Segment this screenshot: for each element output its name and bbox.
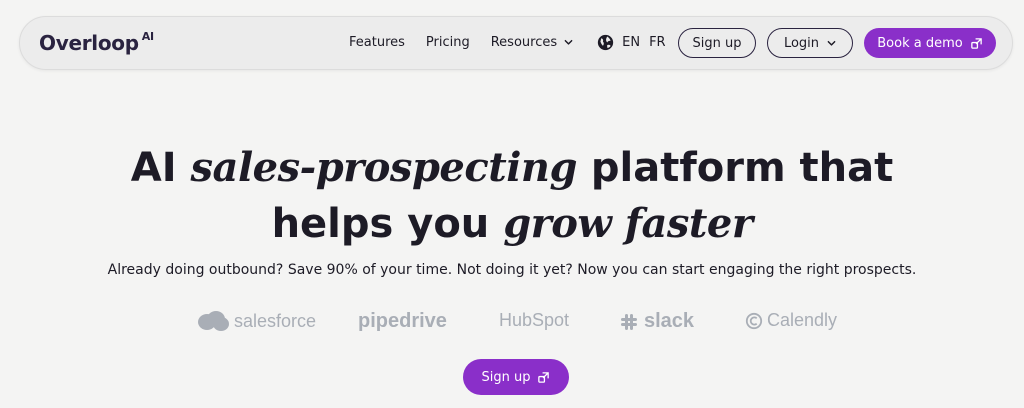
- lang-en[interactable]: EN: [622, 35, 640, 50]
- external-link-icon: [970, 37, 982, 49]
- salesforce-cloud-icon: [198, 311, 229, 331]
- nav-pricing[interactable]: Pricing: [426, 35, 470, 50]
- chevron-down-icon: [827, 40, 836, 46]
- login-label: Login: [783, 35, 820, 51]
- book-demo-button[interactable]: Book a demo: [864, 28, 996, 58]
- hero-line1-a: AI: [130, 145, 191, 191]
- nav-links: Features Pricing Resources EN FR: [349, 34, 675, 51]
- integration-logos: salesforce pipedrive HubSpot slack Calen…: [0, 305, 1024, 339]
- calendly-logo: Calendly: [745, 310, 837, 331]
- calendly-text: Calendly: [767, 310, 838, 330]
- language-switcher: EN FR: [597, 34, 674, 51]
- slack-text: slack: [644, 310, 695, 332]
- chevron-down-icon: [564, 39, 573, 45]
- nav-resources[interactable]: Resources: [491, 35, 573, 50]
- hubspot-logo: HubSpot: [499, 310, 569, 331]
- navbar: Overloop AI Features Pricing Resources EN…: [19, 16, 1013, 70]
- hero-signup-label: Sign up: [481, 369, 531, 385]
- lang-fr[interactable]: FR: [649, 35, 666, 50]
- page: Overloop AI Features Pricing Resources EN…: [0, 0, 1024, 408]
- nav-signup-button[interactable]: Sign up: [678, 28, 756, 58]
- logo-text: Overloop: [39, 31, 139, 55]
- globe-icon: [597, 34, 614, 51]
- hero-title: AI sales-prospecting platform that helps…: [0, 140, 1024, 252]
- slack-logo: slack: [619, 310, 694, 333]
- external-link-icon: [538, 371, 550, 383]
- hero-signup-button[interactable]: Sign up: [463, 359, 569, 395]
- hero-line2-a: helps you: [271, 201, 504, 247]
- hero-line1-em: sales-prospecting: [190, 144, 578, 191]
- nav-signup-label: Sign up: [692, 35, 742, 51]
- pipedrive-logo: pipedrive: [358, 310, 447, 333]
- hubspot-text: HubSpot: [499, 310, 570, 330]
- overloop-logo[interactable]: Overloop AI: [39, 30, 154, 55]
- pipedrive-text: pipedrive: [358, 310, 447, 332]
- book-demo-label: Book a demo: [877, 35, 963, 51]
- logo-suffix: AI: [141, 30, 154, 44]
- salesforce-logo: salesforce: [196, 310, 316, 332]
- hero-line1-b: platform that: [576, 145, 894, 191]
- calendly-c-icon: [745, 312, 763, 329]
- hero-subtitle: Already doing outbound? Save 90% of your…: [107, 262, 917, 278]
- login-button[interactable]: Login: [767, 28, 853, 58]
- nav-features[interactable]: Features: [349, 35, 405, 50]
- nav-resources-label: Resources: [490, 35, 558, 50]
- salesforce-text: salesforce: [234, 310, 317, 331]
- slack-hash-icon: [621, 313, 637, 330]
- hero-line2-em: grow faster: [503, 200, 753, 247]
